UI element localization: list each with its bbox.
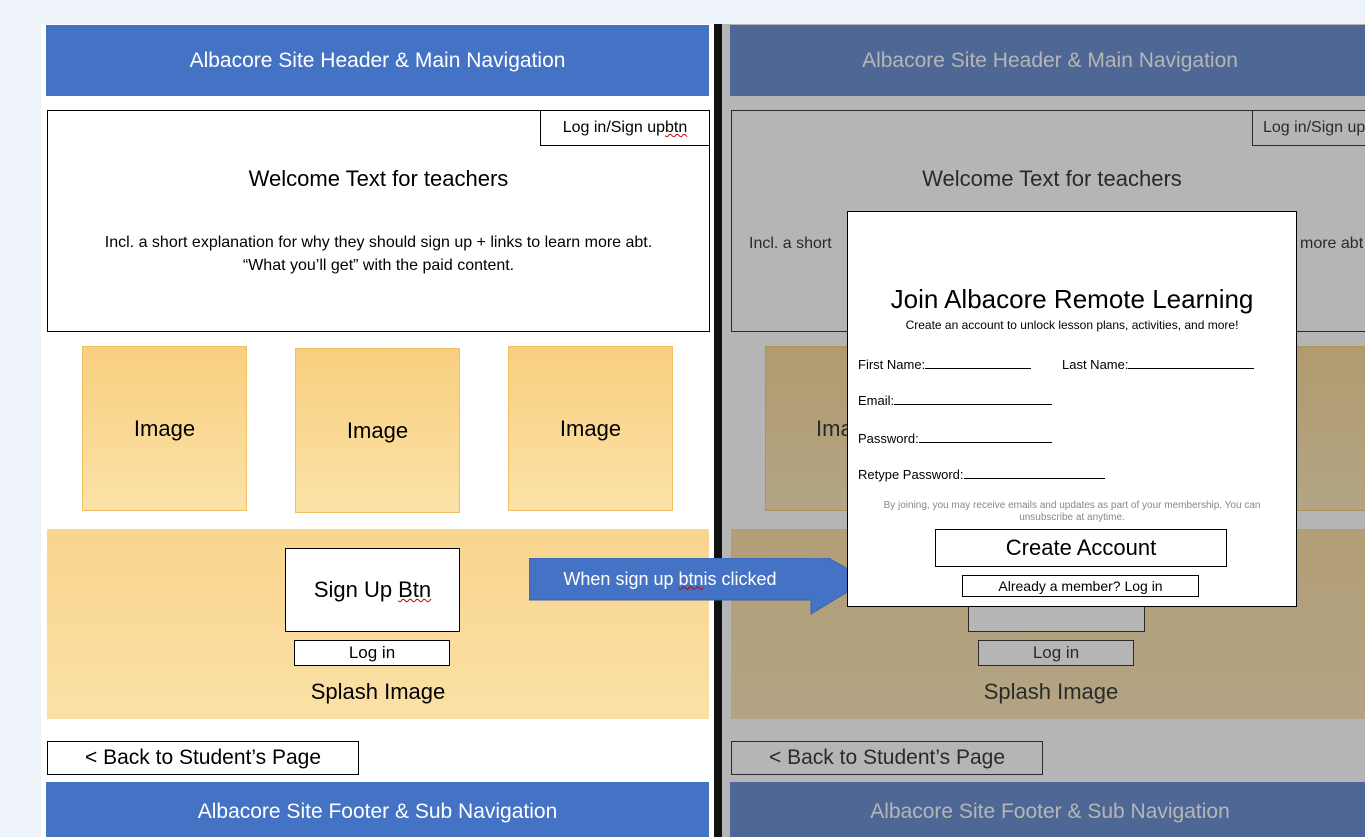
welcome-title: Welcome Text for teachers bbox=[248, 166, 509, 191]
pane-divider bbox=[714, 24, 722, 837]
welcome-line-2: “What you’ll get” with the paid content. bbox=[242, 257, 515, 274]
email-field[interactable]: Email: bbox=[858, 392, 1053, 408]
transition-arrow-label: When sign up btn is clicked bbox=[529, 558, 811, 600]
login-signup-label-suffix: btn bbox=[665, 119, 688, 136]
email-input[interactable] bbox=[894, 392, 1053, 405]
image-placeholder-3: Image bbox=[508, 346, 673, 511]
site-header-nav[interactable]: Albacore Site Header & Main Navigation bbox=[46, 25, 709, 96]
welcome-line-1: Incl. a short explanation for why they s… bbox=[104, 234, 653, 251]
site-header-label: Albacore Site Header & Main Navigation bbox=[862, 48, 1238, 72]
sign-up-button bbox=[968, 604, 1145, 632]
password-label: Password: bbox=[858, 431, 919, 446]
login-signup-button: Log in/Sign up bt bbox=[1252, 110, 1365, 146]
email-label: Email: bbox=[858, 393, 895, 408]
last-name-input[interactable] bbox=[1128, 356, 1255, 369]
site-footer-nav: Albacore Site Footer & Sub Navigation bbox=[730, 782, 1365, 837]
site-header-label: Albacore Site Header & Main Navigation bbox=[189, 48, 566, 72]
site-footer-label: Albacore Site Footer & Sub Navigation bbox=[197, 800, 558, 823]
retype-password-input[interactable] bbox=[963, 466, 1105, 479]
welcome-body-fragment-right: more abt bbox=[1300, 235, 1364, 252]
splash-image-label: Splash Image bbox=[310, 679, 446, 704]
join-modal: Join Albacore Remote Learning Create an … bbox=[847, 211, 1297, 607]
sign-up-label-suffix: Btn bbox=[398, 577, 432, 602]
image-placeholder-1: Image bbox=[82, 346, 247, 511]
site-header-nav: Albacore Site Header & Main Navigation bbox=[730, 25, 1365, 96]
create-account-button[interactable]: Create Account bbox=[935, 529, 1227, 567]
welcome-body-fragment-left: Incl. a short bbox=[749, 235, 832, 252]
arrow-label-prefix: When sign up bbox=[563, 568, 674, 589]
login-signup-button[interactable]: Log in/Sign up btn bbox=[540, 110, 710, 146]
wireframe-default-state: Albacore Site Header & Main Navigation L… bbox=[41, 24, 714, 837]
retype-password-field[interactable]: Retype Password: bbox=[858, 466, 1105, 482]
login-signup-label: Log in/Sign up bbox=[562, 119, 666, 136]
first-name-input[interactable] bbox=[925, 356, 1032, 369]
welcome-title: Welcome Text for teachers bbox=[922, 166, 1182, 191]
welcome-body: Incl. a short explanation for why they s… bbox=[48, 231, 709, 277]
arrow-label-underlined: btn bbox=[678, 568, 704, 589]
arrow-label-suffix: is clicked bbox=[703, 568, 777, 589]
last-name-label: Last Name: bbox=[1062, 357, 1129, 372]
back-to-students-page-button: < Back to Student’s Page bbox=[731, 741, 1043, 775]
log-in-button[interactable]: Log in bbox=[294, 640, 450, 666]
image-label: Image bbox=[559, 415, 622, 441]
password-input[interactable] bbox=[918, 430, 1052, 443]
modal-title: Join Albacore Remote Learning bbox=[890, 284, 1254, 314]
modal-subtitle: Create an account to unlock lesson plans… bbox=[905, 318, 1239, 332]
welcome-panel: Log in/Sign up btn Welcome Text for teac… bbox=[47, 110, 710, 332]
last-name-field[interactable]: Last Name: bbox=[1062, 356, 1255, 372]
sign-up-button[interactable]: Sign Up Btn bbox=[285, 548, 460, 632]
login-signup-label: Log in/Sign up bt bbox=[1263, 119, 1365, 136]
password-field[interactable]: Password: bbox=[858, 430, 1052, 446]
back-to-students-page-button[interactable]: < Back to Student’s Page bbox=[47, 741, 359, 775]
already-member-login-button[interactable]: Already a member? Log in bbox=[962, 575, 1199, 597]
image-label: Image bbox=[133, 415, 196, 441]
retype-password-label: Retype Password: bbox=[858, 467, 964, 482]
first-name-label: First Name: bbox=[858, 357, 926, 372]
first-name-field[interactable]: First Name: bbox=[858, 356, 1032, 372]
image-placeholder-2: Image bbox=[295, 348, 460, 513]
site-footer-label: Albacore Site Footer & Sub Navigation bbox=[870, 800, 1230, 823]
log-in-button: Log in bbox=[978, 640, 1134, 666]
membership-fineprint: By joining, you may receive emails and u… bbox=[883, 500, 1261, 523]
site-footer-nav[interactable]: Albacore Site Footer & Sub Navigation bbox=[46, 782, 709, 837]
image-label: Image bbox=[346, 417, 409, 443]
sign-up-label: Sign Up bbox=[313, 577, 393, 602]
splash-image-label: Splash Image bbox=[983, 679, 1119, 704]
